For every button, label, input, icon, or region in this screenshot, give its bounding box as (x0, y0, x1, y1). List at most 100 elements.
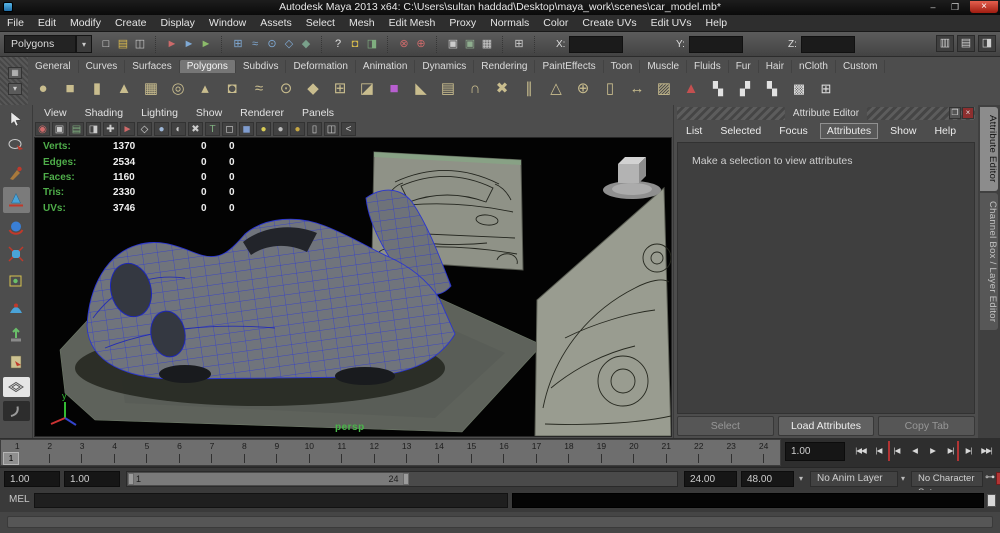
viewport-toolbar-icon[interactable]: ✖ (188, 122, 203, 136)
render-icon[interactable]: ▦ (479, 36, 495, 53)
shelf-tab[interactable]: Polygons (180, 60, 236, 73)
frame-tick[interactable]: 15 (455, 440, 487, 465)
shelf-tab[interactable]: PaintEffects (535, 60, 603, 73)
frame-tick[interactable]: 22 (683, 440, 715, 465)
attribute-editor-button[interactable]: Select (677, 416, 774, 436)
shelf-tool-icon[interactable]: ◣ (408, 76, 434, 102)
shelf-tab[interactable]: Muscle (640, 60, 687, 73)
x-coordinate-field[interactable] (569, 36, 623, 53)
viewport-toolbar-icon[interactable]: T (205, 122, 220, 136)
panel-close-icon[interactable]: × (962, 107, 974, 119)
range-start-handle[interactable] (128, 473, 134, 485)
playback-start-field[interactable]: 1.00 (64, 471, 120, 487)
shelf-tool-icon[interactable]: ▨ (651, 76, 677, 102)
anim-layer-dropdown[interactable]: No Anim Layer (810, 471, 898, 487)
select-mode-icon[interactable]: ► (198, 36, 214, 53)
scale-tool[interactable] (3, 241, 30, 267)
shelf-tool-icon[interactable]: ● (30, 76, 56, 102)
viewport-toolbar-icon[interactable]: ● (273, 122, 288, 136)
frame-tick[interactable]: 8 (228, 440, 260, 465)
mel-command-input[interactable] (34, 493, 508, 508)
shelf-tool-icon[interactable]: ↔ (624, 76, 650, 102)
shelf-tool-icon[interactable]: ⊕ (570, 76, 596, 102)
playback-button[interactable]: ◀ (906, 441, 923, 461)
menu-set-dropdown[interactable]: Polygons (4, 35, 76, 53)
shelf-caret-icon[interactable]: ▾ (8, 83, 22, 95)
menu-item[interactable]: Edit Mesh (382, 15, 443, 31)
frame-tick[interactable]: 17 (520, 440, 552, 465)
playback-button[interactable]: |◀ (888, 441, 905, 461)
viewport-menu-item[interactable]: Shading (76, 106, 133, 120)
rotate-tool[interactable] (3, 214, 30, 240)
frame-tick[interactable]: 4 (98, 440, 130, 465)
shelf-tool-icon[interactable]: ⊞ (813, 76, 839, 102)
shelf-tool-icon[interactable]: ⊞ (327, 76, 353, 102)
layout-sculpt-button[interactable] (3, 401, 30, 421)
file-icon[interactable]: ▤ (115, 36, 131, 53)
select-mode-icon[interactable]: ► (181, 36, 197, 53)
shelf-tool-icon[interactable]: ◘ (219, 76, 245, 102)
attribute-editor-menu-item[interactable]: List (680, 124, 708, 138)
show-manipulator-tool[interactable] (3, 322, 30, 348)
menu-set-caret-icon[interactable]: ▾ (76, 35, 92, 53)
paint-select-tool[interactable] (3, 160, 30, 186)
move-tool[interactable] (3, 187, 30, 213)
current-frame-indicator[interactable]: 1 (3, 452, 19, 465)
set-key-icon[interactable]: ⊶ (985, 472, 995, 483)
menu-item[interactable]: Edit (31, 15, 63, 31)
viewport-toolbar-icon[interactable]: < (341, 122, 356, 136)
shelf-tool-icon[interactable]: ▲ (111, 76, 137, 102)
minimize-button[interactable]: – (924, 1, 942, 13)
frame-tick[interactable]: 14 (423, 440, 455, 465)
snap-icon[interactable]: ⊙ (264, 36, 280, 53)
menu-item[interactable]: File (0, 15, 31, 31)
shelf-tool-icon[interactable]: ▲ (678, 76, 704, 102)
shelf-tab[interactable]: Deformation (286, 60, 355, 73)
viewport-3d-scene[interactable]: Verts: 1370 0 0 Edges: 2534 0 0 Faces: 1… (34, 137, 672, 437)
playback-end-field[interactable]: 24.00 (684, 471, 737, 487)
menu-item[interactable]: Modify (63, 15, 108, 31)
viewport-toolbar-icon[interactable]: ◨ (86, 122, 101, 136)
viewport-toolbar-icon[interactable]: ◻ (222, 122, 237, 136)
frame-tick[interactable]: 11 (326, 440, 358, 465)
magnet-icon[interactable]: ⊕ (413, 36, 429, 53)
frame-tick[interactable]: 9 (261, 440, 293, 465)
frame-tick[interactable]: 19 (585, 440, 617, 465)
shelf-tab[interactable]: nCloth (792, 60, 836, 73)
snap-icon[interactable]: ≈ (247, 36, 263, 53)
frame-tick[interactable]: 24 (747, 440, 779, 465)
viewport-menu-item[interactable]: Lighting (132, 106, 187, 120)
shelf-tab[interactable]: Fur (729, 60, 759, 73)
menu-item[interactable]: Proxy (442, 15, 483, 31)
playback-button[interactable]: ▶| (960, 441, 977, 461)
shelf-tab[interactable]: Toon (604, 60, 641, 73)
menu-item[interactable]: Select (299, 15, 342, 31)
viewport-toolbar-icon[interactable]: ● (256, 122, 271, 136)
shelf-tab[interactable]: Rendering (474, 60, 535, 73)
range-slider-bar[interactable]: 1 24 (128, 473, 409, 485)
shelf-tab[interactable]: Dynamics (415, 60, 474, 73)
attribute-editor-menu-item[interactable]: Attributes (820, 123, 878, 139)
attribute-editor-menu-item[interactable]: Show (884, 124, 922, 138)
y-coordinate-field[interactable] (689, 36, 743, 53)
snap-icon[interactable]: ◇ (281, 36, 297, 53)
shelf-tool-icon[interactable]: ∥ (516, 76, 542, 102)
shelf-tool-icon[interactable]: ▦ (138, 76, 164, 102)
panel-restore-icon[interactable]: ❐ (949, 107, 961, 119)
viewport-toolbar-icon[interactable]: ◇ (137, 122, 152, 136)
frame-tick[interactable]: 5 (131, 440, 163, 465)
menu-item[interactable]: Create (108, 15, 154, 31)
shelf-tool-icon[interactable]: ◆ (300, 76, 326, 102)
frame-tick[interactable]: 7 (196, 440, 228, 465)
viewport-toolbar-icon[interactable]: ▯ (307, 122, 322, 136)
shelf-tool-icon[interactable]: ⊙ (273, 76, 299, 102)
z-coordinate-field[interactable] (801, 36, 855, 53)
frame-tick[interactable]: 12 (358, 440, 390, 465)
range-slider-track[interactable]: 1 24 (126, 471, 678, 487)
menu-item[interactable]: Help (699, 15, 735, 31)
panel-toggle-icon[interactable]: ▤ (957, 35, 975, 52)
sidebar-vertical-tab[interactable]: Attribute Editor (980, 107, 998, 191)
viewport-toolbar-icon[interactable]: ◉ (35, 122, 50, 136)
auto-keyframe-icon[interactable] (996, 472, 1000, 485)
playback-button[interactable]: ▶▶| (978, 441, 995, 461)
